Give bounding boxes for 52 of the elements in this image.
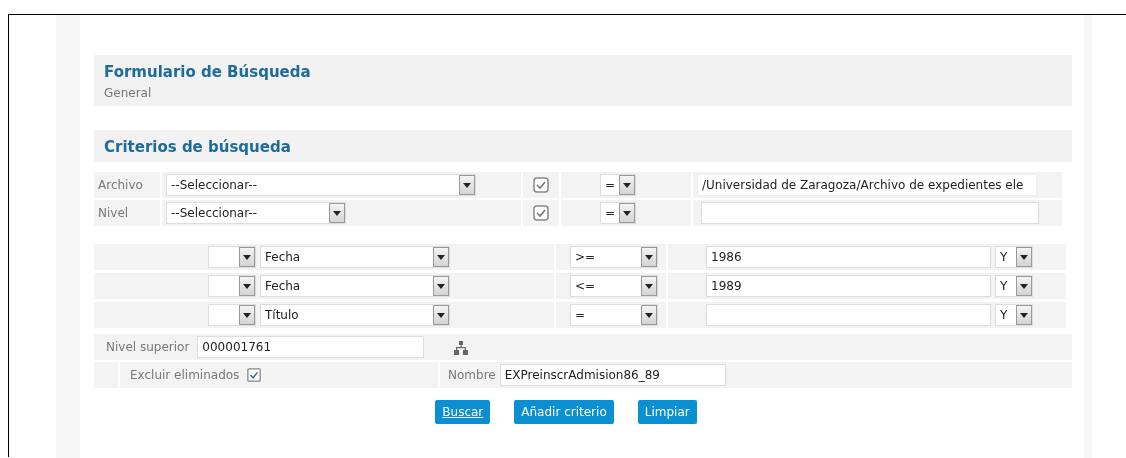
caret-icon: [623, 210, 631, 216]
caret-icon: [437, 254, 445, 260]
hierarchy-icon[interactable]: [454, 340, 469, 355]
select-field[interactable]: Y: [995, 246, 1033, 268]
select-field[interactable]: --Seleccionar--: [166, 174, 476, 196]
field-label: Nivel superior: [106, 339, 190, 356]
checkbox[interactable]: [533, 205, 549, 221]
text-field[interactable]: 1989: [706, 275, 991, 297]
caret-icon: [333, 210, 341, 216]
select-field[interactable]: >=: [570, 246, 658, 268]
caret-icon: [437, 312, 445, 318]
caret-icon: [645, 312, 653, 318]
caret-icon: [645, 254, 653, 260]
caret-icon: [243, 283, 251, 289]
caret-icon: [463, 182, 471, 188]
select-field[interactable]: Y: [995, 304, 1033, 326]
caret-icon: [645, 283, 653, 289]
text-field[interactable]: /Universidad de Zaragoza/Archivo de expedientes ele: [697, 174, 1037, 196]
select-field[interactable]: =: [570, 304, 658, 326]
form-title: Formulario de Búsqueda: [104, 62, 312, 83]
caret-icon: [437, 283, 445, 289]
caret-icon: [1020, 254, 1028, 260]
select-field[interactable]: --Seleccionar--: [166, 202, 346, 224]
action-button[interactable]: Limpiar: [637, 400, 697, 424]
select-field[interactable]: [208, 304, 256, 326]
action-button[interactable]: Añadir criterio: [514, 400, 614, 424]
caret-icon: [243, 312, 251, 318]
text-field[interactable]: 1986: [706, 246, 991, 268]
caret-icon: [243, 254, 251, 260]
select-field[interactable]: Fecha: [260, 246, 450, 268]
text-field[interactable]: 000001761: [197, 336, 425, 358]
select-field[interactable]: Y: [995, 275, 1033, 297]
section-title: Criterios de búsqueda: [104, 136, 292, 158]
caret-icon: [1020, 312, 1028, 318]
select-field[interactable]: Título: [260, 304, 450, 326]
select-field[interactable]: =: [600, 202, 636, 224]
search-button[interactable]: Buscar: [435, 400, 491, 424]
select-field[interactable]: =: [600, 174, 636, 196]
field-label: Archivo: [98, 177, 143, 194]
checkbox[interactable]: [533, 177, 549, 193]
select-field[interactable]: [208, 246, 256, 268]
select-field[interactable]: [208, 275, 256, 297]
field-label: Nivel: [98, 205, 129, 222]
section-label: General: [104, 84, 153, 102]
caret-icon: [1020, 283, 1028, 289]
caret-icon: [623, 182, 631, 188]
text-field[interactable]: EXPreinscrAdmision86_89: [499, 364, 726, 386]
select-field[interactable]: <=: [570, 275, 658, 297]
field-label: Nombre: [448, 367, 496, 384]
checkbox[interactable]: [247, 368, 262, 382]
select-field[interactable]: Fecha: [260, 275, 450, 297]
field-label: Excluir eliminados: [130, 367, 240, 384]
